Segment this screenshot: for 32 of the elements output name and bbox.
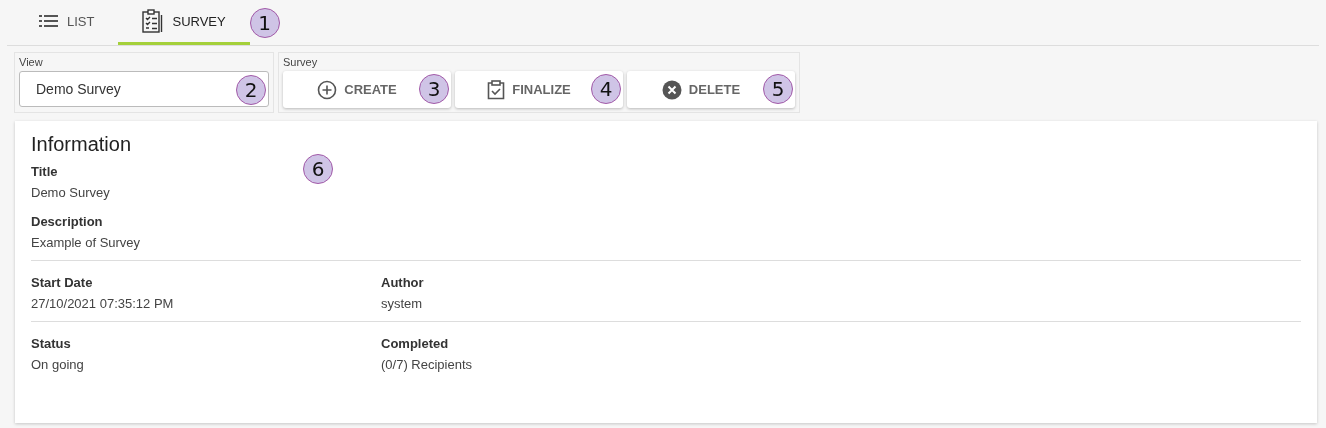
group-label: Survey [283,56,319,68]
field-label: Author [381,275,424,290]
tab[interactable]: LIST [15,0,119,45]
action-button[interactable]: FINALIZE 4 [455,71,623,108]
callout-badge: 6 [303,154,333,184]
field-label: Completed [381,336,450,351]
action-button[interactable]: DELETE 5 [627,71,795,108]
view-select[interactable]: Demo Survey 2 [19,71,269,107]
cancel-icon [661,79,682,100]
list-icon [39,14,59,28]
section-title: Information [31,133,133,156]
action-button[interactable]: CREATE 3 [283,71,451,108]
clipboard-icon [142,9,165,33]
field-label: Title [31,164,59,179]
field-label: Description [31,214,104,229]
field-value: system [381,296,424,311]
callout-badge: 1 [249,7,280,38]
callout-badge: 2 [236,75,266,105]
field-value: 27/10/2021 07:35:12 PM [31,296,174,311]
clipboard-check-icon [487,79,506,100]
callout-badge: 3 [419,74,449,104]
field-value: Demo Survey [31,185,110,200]
field-value: On going [31,357,84,372]
callout-badge: 4 [591,74,621,104]
field-label: Status [31,336,72,351]
add-icon [317,79,338,100]
callout-badge: 5 [763,74,793,104]
field-value: (0/7) Recipients [381,357,473,372]
field-label: Start Date [31,275,94,290]
field-label: View [19,56,44,68]
tab[interactable]: SURVEY [118,0,250,45]
field-value: Example of Survey [31,235,141,250]
